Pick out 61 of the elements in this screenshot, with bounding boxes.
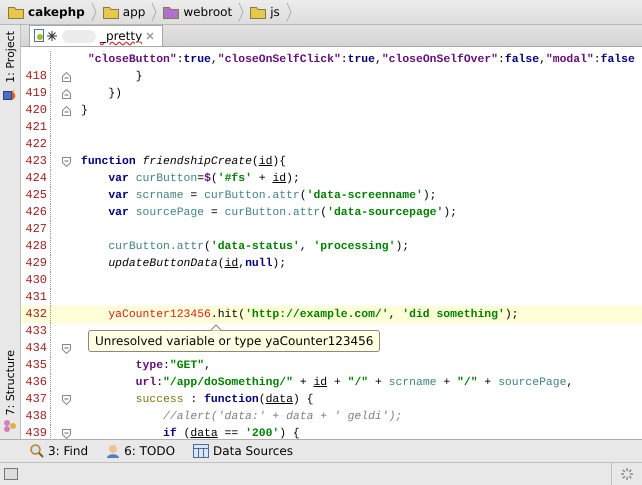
line-number: 435 xyxy=(21,357,51,374)
line-number: 419 xyxy=(21,85,51,102)
panel-toggle-icon[interactable] xyxy=(4,468,18,480)
table-icon xyxy=(193,444,210,458)
person-icon xyxy=(106,444,120,458)
breadcrumb-item[interactable]: webroot xyxy=(159,1,236,23)
code-line: url:"/app/doSomething/" + id + "/" + scrname + "/" + sourcePage, xyxy=(134,376,574,388)
line-number: 418 xyxy=(21,68,51,85)
line-number: 424 xyxy=(21,170,51,187)
structure-icon xyxy=(3,419,17,433)
code-line: var scrname = curButton.attr('data-screenname'); xyxy=(107,190,438,202)
line-number: 426 xyxy=(21,204,51,221)
line-number: 429 xyxy=(21,255,51,272)
line-number: 432 xyxy=(21,306,51,323)
file-icon xyxy=(34,29,58,43)
line-number: 438 xyxy=(21,408,51,425)
fold-icon[interactable] xyxy=(62,106,70,116)
close-icon xyxy=(146,32,154,40)
code-line: if (data == '200') { xyxy=(162,428,301,439)
code-line: function friendshipCreate(id){ xyxy=(81,156,288,168)
code-line: } xyxy=(81,104,89,116)
editor-tab[interactable]: _pretty xyxy=(29,25,164,46)
fold-icon[interactable] xyxy=(62,88,70,98)
fold-icon[interactable] xyxy=(62,394,70,404)
breadcrumb-item[interactable]: cakephp xyxy=(4,1,89,23)
line-number: 427 xyxy=(21,221,51,238)
line-number: 436 xyxy=(21,374,51,391)
code-line: //alert('data:' + data + ' geldi'); xyxy=(162,410,404,422)
line-number: 425 xyxy=(21,187,51,204)
line-number: 433 xyxy=(21,323,51,340)
tool-window-tab[interactable]: 7: Structure xyxy=(0,348,20,435)
spinner-icon xyxy=(620,467,634,481)
code-line: var curButton=$('#fs' + id); xyxy=(107,172,301,184)
line-number: 420 xyxy=(21,102,51,119)
fold-icon[interactable] xyxy=(62,428,70,438)
fold-icon[interactable] xyxy=(62,72,70,82)
code-line: curButton.attr('data-status', 'processing'); xyxy=(107,240,410,252)
line-number: 430 xyxy=(21,272,51,289)
line-number: 437 xyxy=(21,391,51,408)
code-line: var sourcePage = curButton.attr('data-sourcepage'); xyxy=(107,206,458,218)
line-number: 428 xyxy=(21,238,51,255)
tool-window-button[interactable]: 6: TODO xyxy=(106,444,176,458)
code-line: success : function(data) { xyxy=(134,394,314,406)
fold-icon[interactable] xyxy=(62,344,70,354)
breadcrumb-item[interactable]: js xyxy=(246,1,284,23)
fold-icon[interactable] xyxy=(62,156,70,166)
line-number: 434 xyxy=(21,340,51,357)
line-number: 421 xyxy=(21,119,51,136)
tool-window-tab[interactable]: 1: Project xyxy=(0,29,20,103)
line-number: 422 xyxy=(21,136,51,153)
code-line: "closeButton":true,"closeOnSelfClick":true,"closeOnSelfOver":false,"modal":false xyxy=(86,54,636,66)
tool-window-button[interactable]: Data Sources xyxy=(193,444,293,458)
code-line: yaCounter123456.hit('http://example.com/', 'did something'); xyxy=(107,308,520,320)
code-line: type:"GET", xyxy=(134,360,212,372)
tool-window-button[interactable]: 3: Find xyxy=(30,444,88,458)
search-icon xyxy=(30,444,44,458)
breadcrumb-item[interactable]: app xyxy=(98,1,150,23)
line-number: 423 xyxy=(21,153,51,170)
code-line: }) xyxy=(107,88,124,100)
code-line: updateButtonData(id,null); xyxy=(107,258,288,270)
code-line: } xyxy=(134,70,144,82)
